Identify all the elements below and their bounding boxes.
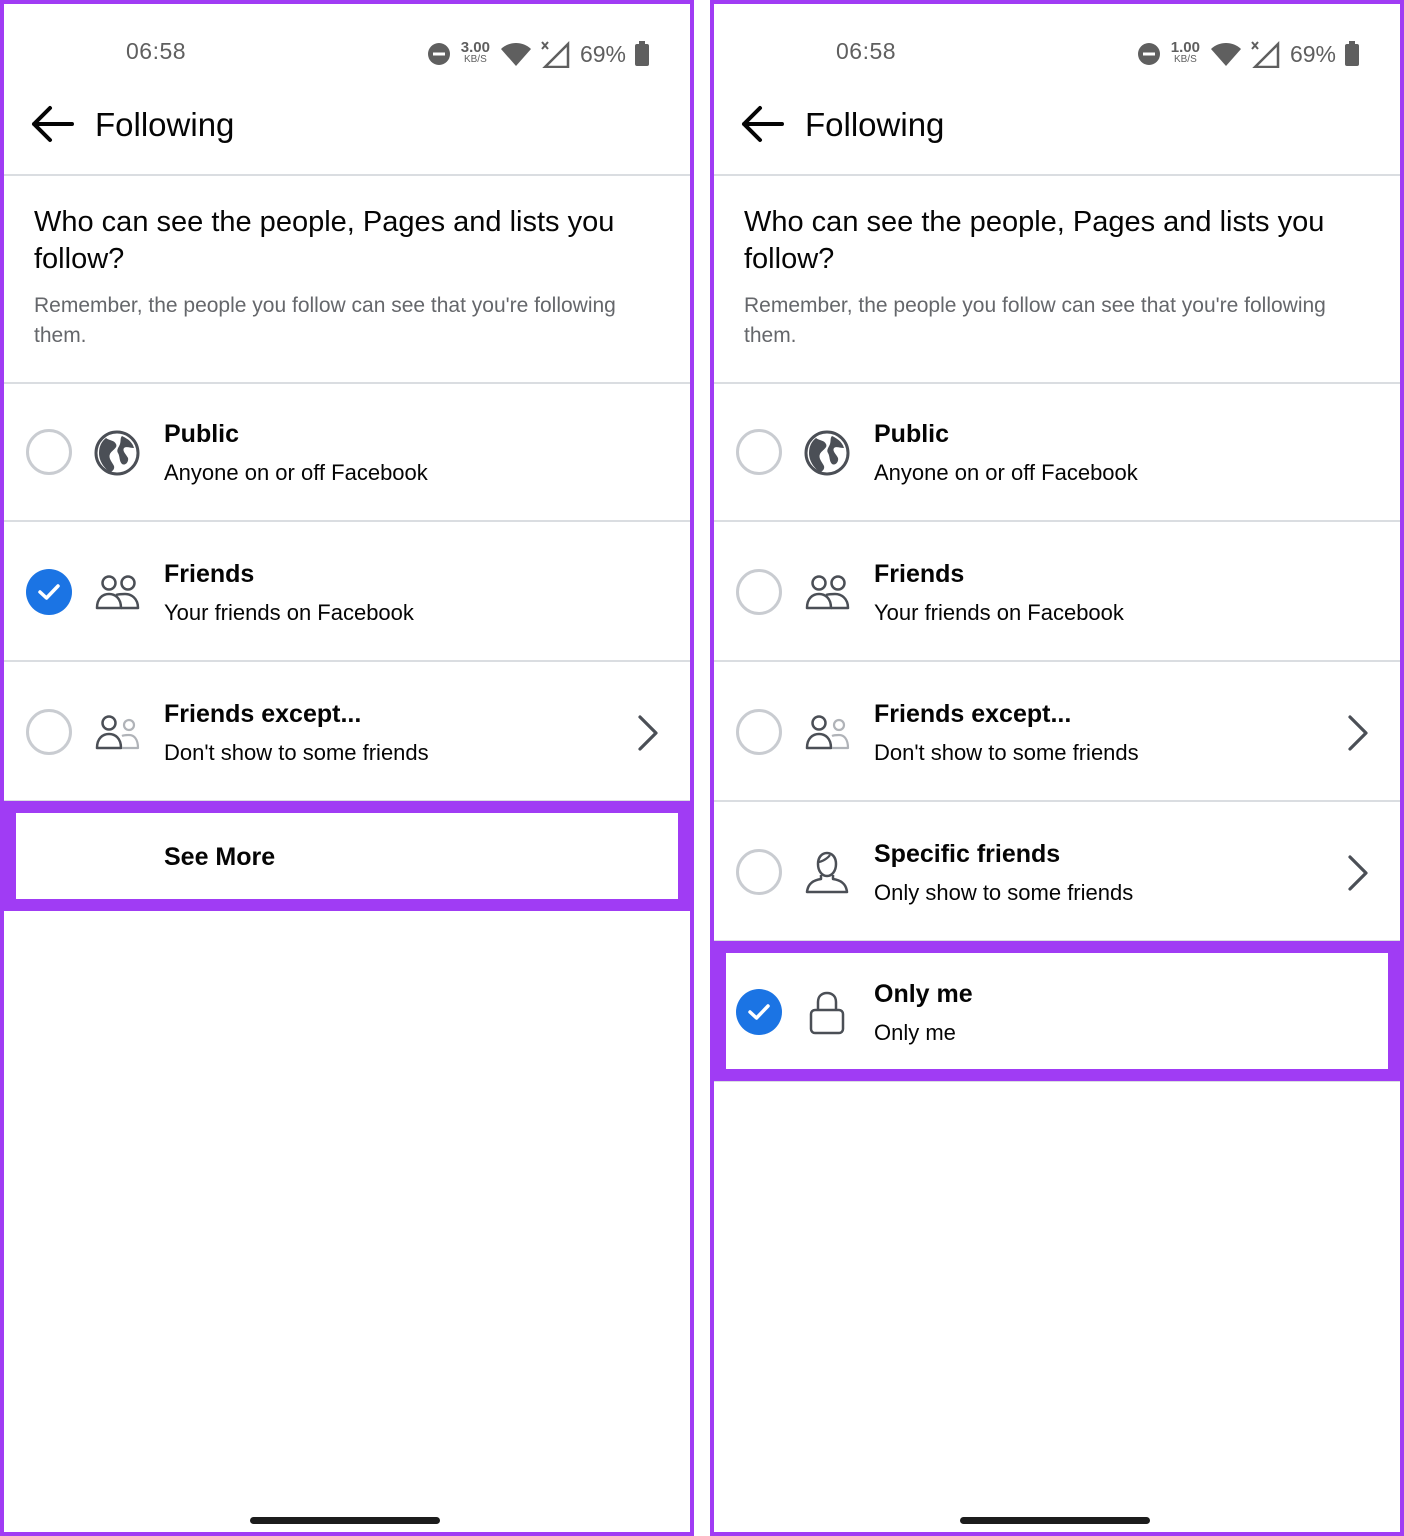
signal-icon <box>1251 40 1280 68</box>
phone-screen-left: 06:58 3.00 KB/S 69% Following Who can se… <box>0 0 694 1536</box>
chevron-right-icon[interactable] <box>1346 853 1370 893</box>
network-speed-value: 3.00 <box>460 39 490 56</box>
wifi-icon <box>1210 43 1241 66</box>
radio-button[interactable] <box>736 849 782 895</box>
radio-button-checked[interactable] <box>26 569 72 615</box>
option-friends[interactable]: Friends Your friends on Facebook <box>4 524 690 662</box>
option-description: Your friends on Facebook <box>874 600 1124 625</box>
option-description: Don't show to some friends <box>874 740 1139 765</box>
wifi-icon <box>500 43 531 66</box>
option-description: Only me <box>874 1020 956 1045</box>
option-label: Only me <box>874 980 973 1008</box>
radio-button[interactable] <box>736 429 782 475</box>
option-friends-except[interactable]: Friends except... Don't show to some fri… <box>4 664 690 802</box>
option-public[interactable]: Public Anyone on or off Facebook <box>714 384 1400 522</box>
option-description: Don't show to some friends <box>164 740 429 765</box>
privacy-intro: Who can see the people, Pages and lists … <box>714 176 1400 384</box>
privacy-note: Remember, the people you follow can see … <box>744 294 1326 347</box>
option-label: Friends <box>164 560 255 588</box>
option-description: Only show to some friends <box>874 880 1134 905</box>
option-label: Friends except... <box>874 700 1072 728</box>
option-friends-except[interactable]: Friends except... Don't show to some fri… <box>714 664 1400 802</box>
battery-percentage: 69% <box>579 40 626 67</box>
friends-icon <box>802 568 852 618</box>
back-arrow-icon[interactable] <box>28 104 76 144</box>
dnd-icon <box>1137 43 1160 65</box>
globe-icon <box>92 428 142 478</box>
friends-except-icon <box>92 708 142 758</box>
friends-icon <box>92 568 142 618</box>
back-arrow-icon[interactable] <box>738 104 786 144</box>
page-title: Following <box>95 106 235 143</box>
option-label: Public <box>164 420 240 448</box>
see-more-label: See More <box>164 843 276 871</box>
battery-icon <box>635 41 649 66</box>
globe-icon <box>802 428 852 478</box>
option-label: Friends except... <box>164 700 362 728</box>
home-indicator[interactable] <box>960 1517 1150 1524</box>
status-bar: 06:58 3.00 KB/S 69% <box>4 34 690 74</box>
option-label: Friends <box>874 560 965 588</box>
option-label: Specific friends <box>874 840 1061 868</box>
network-speed-unit: KB/S <box>1173 54 1197 65</box>
option-friends[interactable]: Friends Your friends on Facebook <box>714 524 1400 662</box>
status-time: 06:58 <box>836 38 897 64</box>
phone-screen-right: 06:58 1.00 KB/S 69% Following Who can se… <box>710 0 1404 1536</box>
friends-except-icon <box>802 708 852 758</box>
signal-icon <box>541 40 570 68</box>
option-description: Your friends on Facebook <box>164 600 414 625</box>
checkmark-icon <box>747 1002 771 1022</box>
app-bar: Following <box>714 88 1400 176</box>
specific-friend-icon <box>802 848 852 898</box>
network-speed: 3.00 KB/S <box>460 39 490 66</box>
battery-percentage: 69% <box>1289 40 1336 67</box>
privacy-question: Who can see the people, Pages and lists … <box>744 206 1325 275</box>
privacy-note: Remember, the people you follow can see … <box>34 294 616 347</box>
status-bar: 06:58 1.00 KB/S 69% <box>714 34 1400 74</box>
option-description: Anyone on or off Facebook <box>164 460 428 485</box>
option-specific-friends[interactable]: Specific friends Only show to some frien… <box>714 804 1400 942</box>
privacy-question: Who can see the people, Pages and lists … <box>34 206 615 275</box>
radio-button[interactable] <box>736 569 782 615</box>
network-speed-value: 1.00 <box>1170 39 1200 56</box>
radio-button[interactable] <box>736 709 782 755</box>
lock-icon <box>802 988 852 1038</box>
privacy-intro: Who can see the people, Pages and lists … <box>4 176 690 384</box>
app-bar: Following <box>4 88 690 176</box>
radio-button[interactable] <box>26 709 72 755</box>
network-speed-unit: KB/S <box>463 54 487 65</box>
option-label: Public <box>874 420 950 448</box>
dnd-icon <box>427 43 450 65</box>
see-more-button[interactable]: See More <box>4 801 690 911</box>
home-indicator[interactable] <box>250 1517 440 1524</box>
battery-icon <box>1345 41 1359 66</box>
option-description: Anyone on or off Facebook <box>874 460 1138 485</box>
status-time: 06:58 <box>126 38 187 64</box>
option-public[interactable]: Public Anyone on or off Facebook <box>4 384 690 522</box>
option-only-me[interactable]: Only me Only me <box>714 944 1400 1082</box>
chevron-right-icon[interactable] <box>636 713 660 753</box>
checkmark-icon <box>37 582 61 602</box>
network-speed: 1.00 KB/S <box>1170 39 1200 66</box>
radio-button-checked[interactable] <box>736 989 782 1035</box>
radio-button[interactable] <box>26 429 72 475</box>
page-title: Following <box>805 106 945 143</box>
chevron-right-icon[interactable] <box>1346 713 1370 753</box>
